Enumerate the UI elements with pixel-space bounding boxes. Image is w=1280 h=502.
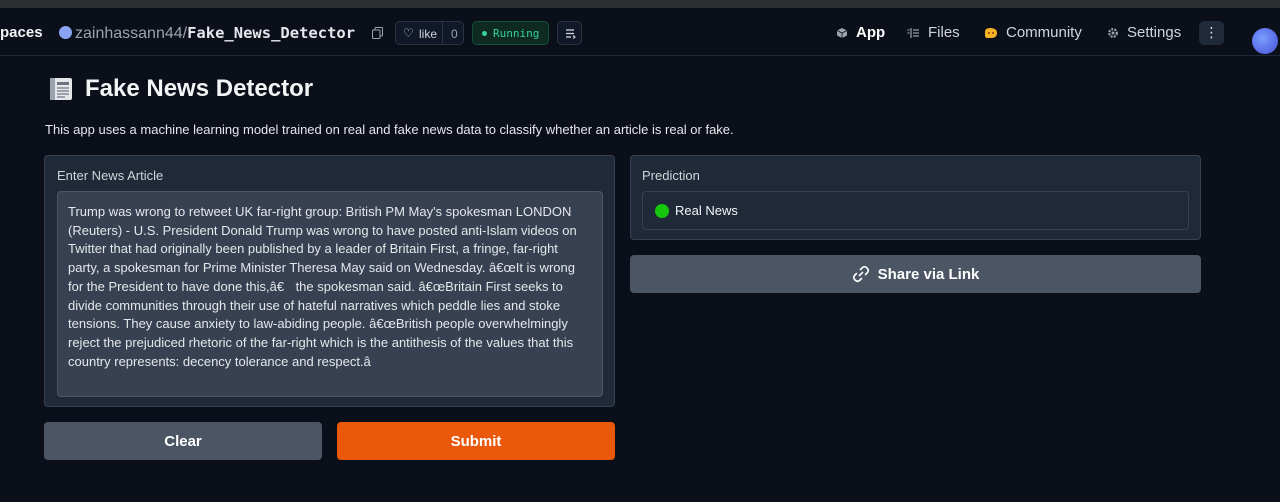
heart-icon: ♡ xyxy=(403,26,414,40)
like-button[interactable]: ♡ like 0 xyxy=(395,21,464,45)
repo-path: zainhassann44/Fake_News_Detector xyxy=(75,24,355,43)
cube-icon xyxy=(836,27,848,38)
tab-files[interactable]: Files xyxy=(907,24,960,41)
files-icon xyxy=(907,27,919,38)
prediction-label: Prediction xyxy=(642,168,700,183)
link-icon xyxy=(852,265,869,283)
page-title-text: Fake News Detector xyxy=(85,75,314,102)
green-circle-icon xyxy=(655,204,669,218)
tab-community[interactable]: Community xyxy=(984,24,1082,41)
like-count: 0 xyxy=(451,27,458,41)
news-article-textarea[interactable]: Trump was wrong to retweet UK far-right … xyxy=(57,191,603,397)
tab-settings[interactable]: Settings xyxy=(1107,24,1181,41)
newspaper-icon xyxy=(50,78,72,100)
more-options-button[interactable]: ⋮ xyxy=(1199,21,1224,45)
tab-app[interactable]: App xyxy=(836,24,885,41)
community-icon xyxy=(985,27,997,38)
repo-name-link[interactable]: Fake_News_Detector xyxy=(187,24,355,42)
browser-top-strip xyxy=(0,0,1280,8)
tab-app-label: App xyxy=(856,24,886,41)
like-divider xyxy=(442,22,443,44)
list-icon xyxy=(566,29,576,39)
logs-button[interactable] xyxy=(557,21,582,45)
status-dot-icon xyxy=(482,31,487,36)
space-header: paces zainhassann44/Fake_News_Detector ♡… xyxy=(0,8,1280,64)
tab-files-label: Files xyxy=(928,24,960,41)
status-text: Running xyxy=(493,27,540,40)
prediction-value: Real News xyxy=(675,203,738,218)
share-label: Share via Link xyxy=(877,265,980,283)
gear-icon xyxy=(1108,27,1118,38)
share-via-link-button[interactable]: Share via Link xyxy=(630,255,1201,293)
prediction-output: Real News xyxy=(642,191,1189,230)
brand-text[interactable]: paces xyxy=(0,24,43,41)
tab-settings-label: Settings xyxy=(1127,24,1182,41)
submit-button[interactable]: Submit xyxy=(337,422,615,460)
owner-avatar xyxy=(59,26,72,39)
app-description: This app uses a machine learning model t… xyxy=(45,122,734,137)
tab-community-label: Community xyxy=(1006,24,1082,41)
status-badge[interactable]: Running xyxy=(472,21,549,45)
clear-button[interactable]: Clear xyxy=(44,422,322,460)
like-label: like xyxy=(419,27,438,41)
owner-link[interactable]: zainhassann44 xyxy=(75,25,183,42)
input-label: Enter News Article xyxy=(57,168,164,183)
copy-icon[interactable] xyxy=(372,27,383,39)
page-title: Fake News Detector xyxy=(47,75,313,103)
user-avatar[interactable] xyxy=(1252,28,1278,54)
